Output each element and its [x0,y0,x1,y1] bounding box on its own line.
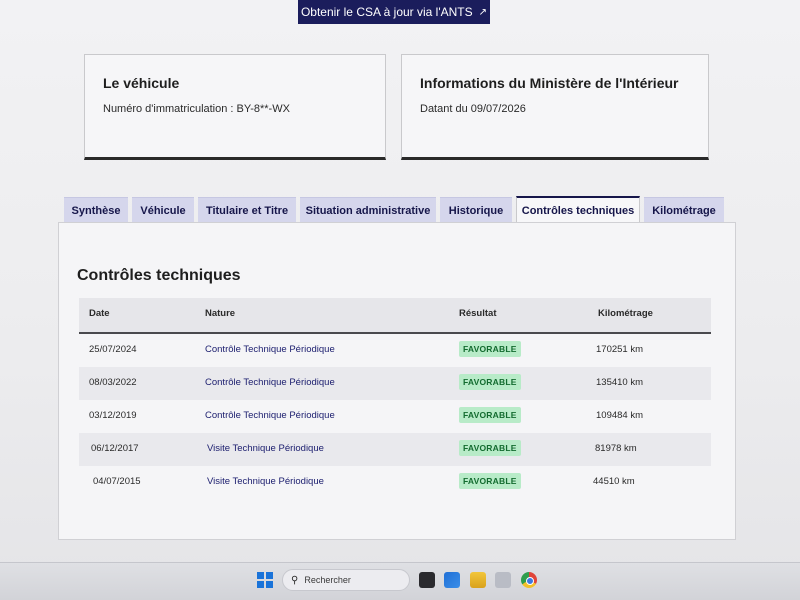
row-date: 04/07/2015 [93,476,141,487]
vehicle-card: Le véhicule Numéro d'immatriculation : B… [84,54,386,160]
tab-synthese[interactable]: Synthèse [64,197,128,223]
table-row: 06/12/2017 Visite Technique Périodique F… [79,433,711,466]
file-explorer-icon[interactable] [470,572,486,588]
tab-historique[interactable]: Historique [440,197,512,223]
store-icon[interactable] [444,572,460,588]
taskbar-search-box[interactable]: ⚲ Rechercher [282,569,410,591]
row-mileage: 170251 km [596,344,644,355]
tab-vehicule[interactable]: Véhicule [132,197,194,223]
ministry-card-title: Informations du Ministère de l'Intérieur [420,75,679,91]
row-nature: Visite Technique Périodique [207,476,324,487]
table-row: 04/07/2015 Visite Technique Périodique F… [79,466,711,499]
search-icon: ⚲ [291,574,299,586]
row-mileage: 135410 km [596,377,644,388]
result-badge: FAVORABLE [459,440,521,456]
vehicle-card-title: Le véhicule [103,75,180,91]
result-badge: FAVORABLE [459,407,521,423]
widgets-icon[interactable] [419,572,435,588]
row-nature: Contrôle Technique Périodique [205,377,335,388]
tab-controles-techniques[interactable]: Contrôles techniques [516,196,640,224]
tab-kilometrage[interactable]: Kilométrage [644,197,724,223]
row-mileage: 44510 km [593,476,635,487]
table-header: Date Nature Résultat Kilométrage [79,298,711,334]
files-icon[interactable] [495,572,511,588]
table-row: 03/12/2019 Contrôle Technique Périodique… [79,400,711,433]
taskbar-search-label: Rechercher [304,575,351,585]
row-date: 03/12/2019 [89,410,137,421]
row-nature: Contrôle Technique Périodique [205,344,335,355]
column-date: Date [89,308,110,319]
row-date: 25/07/2024 [89,344,137,355]
column-result: Résultat [459,308,497,319]
row-nature: Visite Technique Périodique [207,443,324,454]
result-badge: FAVORABLE [459,341,521,357]
column-nature: Nature [205,308,236,319]
table-row: 08/03/2022 Contrôle Technique Périodique… [79,367,711,400]
ministry-card: Informations du Ministère de l'Intérieur… [401,54,709,160]
controles-table: Date Nature Résultat Kilométrage 25/07/2… [79,298,711,499]
table-row: 25/07/2024 Contrôle Technique Périodique… [79,334,711,367]
registration-number: Numéro d'immatriculation : BY-8**-WX [103,103,290,115]
column-mileage: Kilométrage [598,308,653,319]
tab-titulaire-et-titre[interactable]: Titulaire et Titre [198,197,296,223]
result-badge: FAVORABLE [459,473,521,489]
row-date: 06/12/2017 [91,443,139,454]
row-nature: Contrôle Technique Périodique [205,410,335,421]
windows-start-icon[interactable] [257,572,273,588]
taskbar: ⚲ Rechercher [0,562,800,600]
row-date: 08/03/2022 [89,377,137,388]
obtain-csa-button[interactable]: Obtenir le CSA à jour via l'ANTS ↗ [298,0,490,24]
section-title: Contrôles techniques [77,267,241,284]
tab-situation-administrative[interactable]: Situation administrative [300,197,436,223]
external-link-icon: ↗ [478,6,488,18]
screen: Obtenir le CSA à jour via l'ANTS ↗ Le vé… [0,0,800,600]
result-badge: FAVORABLE [459,374,521,390]
row-mileage: 81978 km [595,443,637,454]
obtain-csa-label: Obtenir le CSA à jour via l'ANTS [300,5,473,19]
controles-techniques-panel: Contrôles techniques Date Nature Résulta… [58,222,736,540]
ministry-date: Datant du 09/07/2026 [420,103,526,115]
chrome-icon[interactable] [521,572,537,588]
row-mileage: 109484 km [596,410,644,421]
